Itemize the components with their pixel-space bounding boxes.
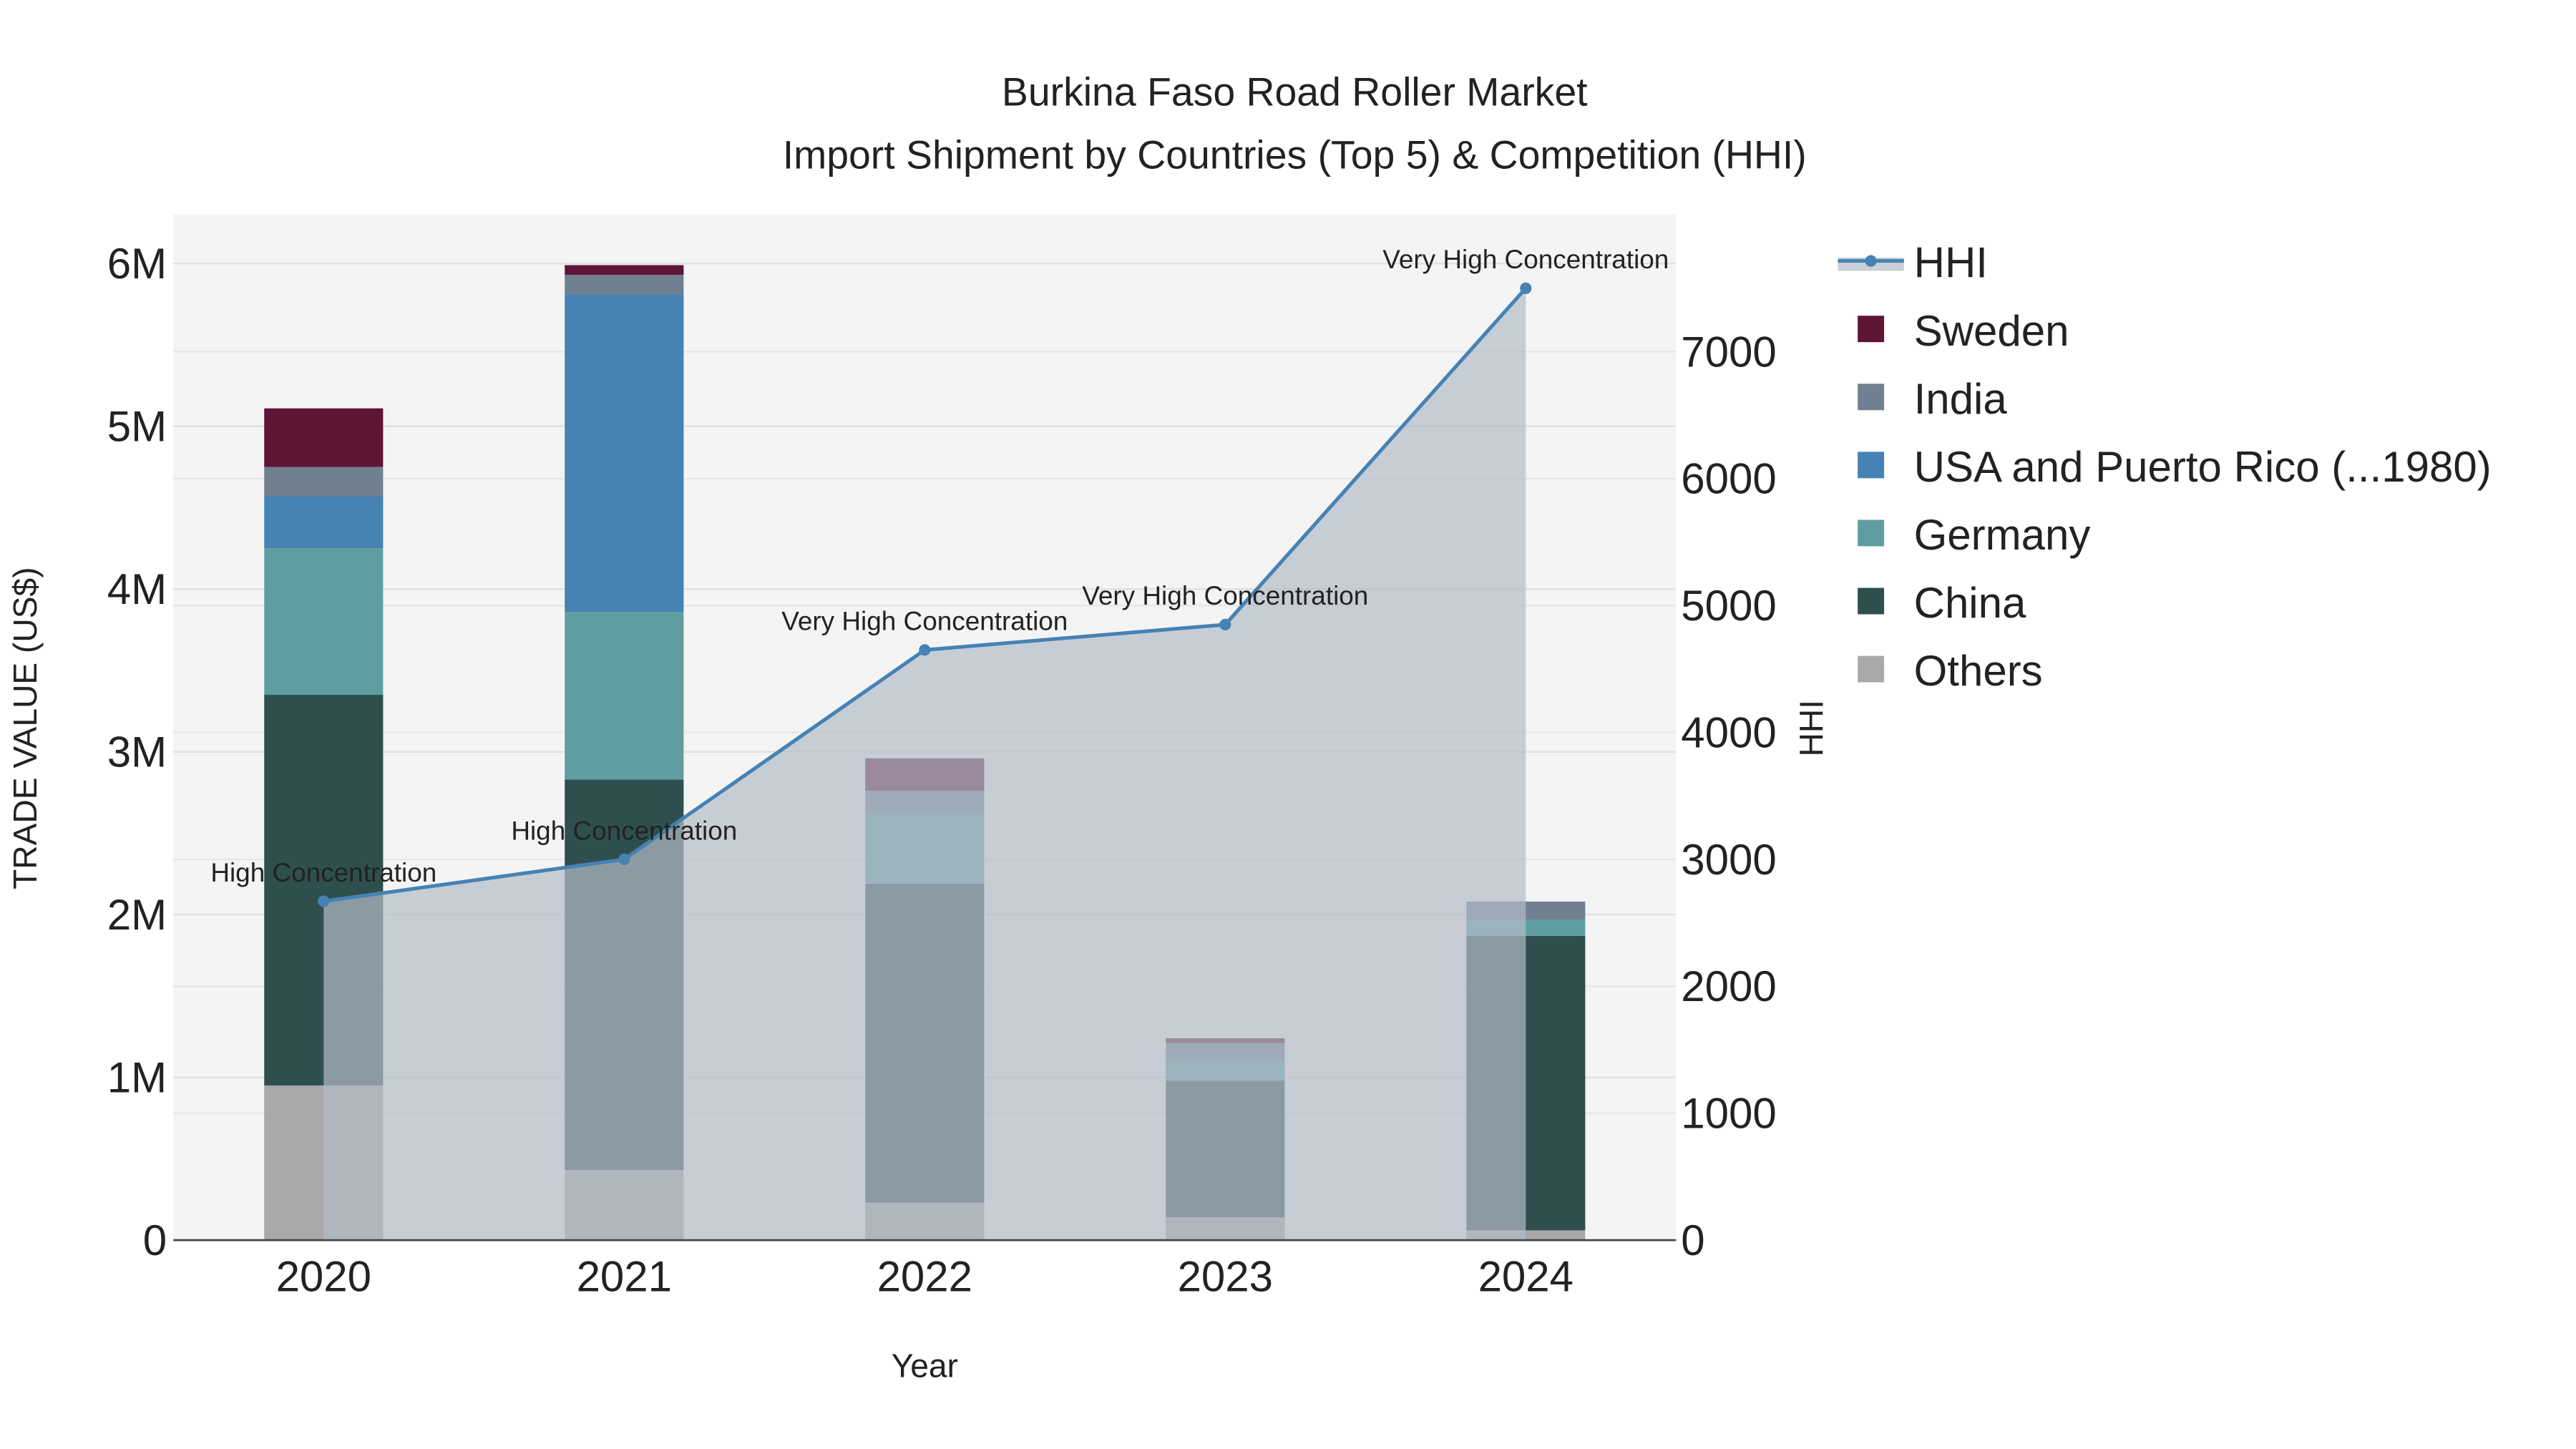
legend-swatch — [1858, 316, 1885, 343]
legend: HHI Sweden India USA and Puerto Rico (...19… — [1838, 239, 2492, 695]
y2-tick-label: 7000 — [1681, 328, 1776, 376]
hhi-point[interactable] — [1520, 282, 1532, 294]
legend-item-others[interactable]: Others — [1858, 647, 2043, 695]
hhi-point[interactable] — [618, 853, 630, 866]
x-tick-label: 2021 — [577, 1253, 672, 1301]
bar-germany-2020[interactable] — [264, 548, 384, 696]
chart-title: Burkina Faso Road Roller Market — [1002, 70, 1588, 114]
y2-tick-label: 1000 — [1681, 1089, 1776, 1137]
y2-tick-label: 6000 — [1681, 455, 1776, 503]
legend-label: China — [1914, 579, 2026, 627]
hhi-annotation: High Concentration — [511, 816, 737, 845]
chart: High Concentration High Concentration Very… — [6, 70, 2492, 1385]
x-tick-label: 2024 — [1478, 1253, 1574, 1301]
bar-india-2020[interactable] — [264, 467, 384, 497]
bar-germany-2021[interactable] — [565, 612, 684, 780]
y-tick-label: 4M — [107, 565, 167, 613]
legend-label: Germany — [1914, 511, 2091, 559]
y-tick-label: 3M — [107, 728, 167, 776]
hhi-annotation: Very High Concentration — [1382, 245, 1669, 274]
legend-label: USA and Puerto Rico (...1980) — [1914, 443, 2492, 491]
y-tick-label: 6M — [107, 240, 167, 288]
hhi-annotation: High Concentration — [210, 858, 436, 887]
legend-item-germany[interactable]: Germany — [1858, 511, 2090, 559]
legend-item-sweden[interactable]: Sweden — [1858, 307, 2069, 355]
y2-axis-title: HHI — [1793, 700, 1830, 756]
legend-label: Others — [1914, 647, 2043, 695]
hhi-point[interactable] — [1219, 618, 1231, 630]
bar-usa-and-puerto-rico--2021[interactable] — [565, 294, 684, 613]
y-tick-label: 5M — [107, 402, 167, 450]
bar-sweden-2020[interactable] — [264, 408, 384, 467]
x-axis-title: Year — [892, 1347, 958, 1385]
hhi-point[interactable] — [318, 895, 330, 907]
y2-tick-label: 5000 — [1681, 582, 1776, 630]
legend-swatch — [1858, 384, 1885, 411]
hhi-annotation: Very High Concentration — [781, 607, 1068, 636]
legend-swatch — [1858, 452, 1885, 479]
x-tick-label: 2022 — [877, 1253, 972, 1301]
legend-swatch — [1858, 587, 1885, 615]
bar-sweden-2021[interactable] — [565, 265, 684, 275]
y2-tick-label: 3000 — [1681, 836, 1776, 884]
chart-subtitle: Import Shipment by Countries (Top 5) & C… — [783, 132, 1807, 177]
legend-item-hhi[interactable]: HHI — [1838, 239, 1988, 287]
legend-swatch — [1858, 655, 1885, 683]
bar-usa-and-puerto-rico--2020[interactable] — [264, 496, 384, 549]
y-tick-label: 1M — [107, 1053, 167, 1101]
legend-label: India — [1914, 375, 2008, 423]
y2-tick-label: 2000 — [1681, 962, 1776, 1010]
bar-india-2021[interactable] — [565, 275, 684, 295]
legend-label: HHI — [1914, 239, 1988, 287]
hhi-point[interactable] — [919, 644, 931, 656]
legend-item-china[interactable]: China — [1858, 579, 2026, 627]
y-axis-title: TRADE VALUE (US$) — [6, 567, 44, 889]
legend-label: Sweden — [1914, 307, 2069, 355]
y-tick-label: 2M — [107, 891, 167, 939]
legend-item-usa-and-puerto-rico-[interactable]: USA and Puerto Rico (...1980) — [1858, 443, 2492, 491]
y2-tick-label: 4000 — [1681, 708, 1776, 756]
legend-marker — [1865, 255, 1877, 267]
x-tick-label: 2020 — [276, 1253, 371, 1301]
hhi-annotation: Very High Concentration — [1082, 581, 1368, 610]
legend-swatch — [1858, 519, 1885, 547]
y-tick-label: 0 — [143, 1216, 167, 1264]
legend-item-india[interactable]: India — [1858, 375, 2007, 423]
y2-tick-label: 0 — [1681, 1216, 1704, 1264]
x-tick-label: 2023 — [1178, 1253, 1273, 1301]
